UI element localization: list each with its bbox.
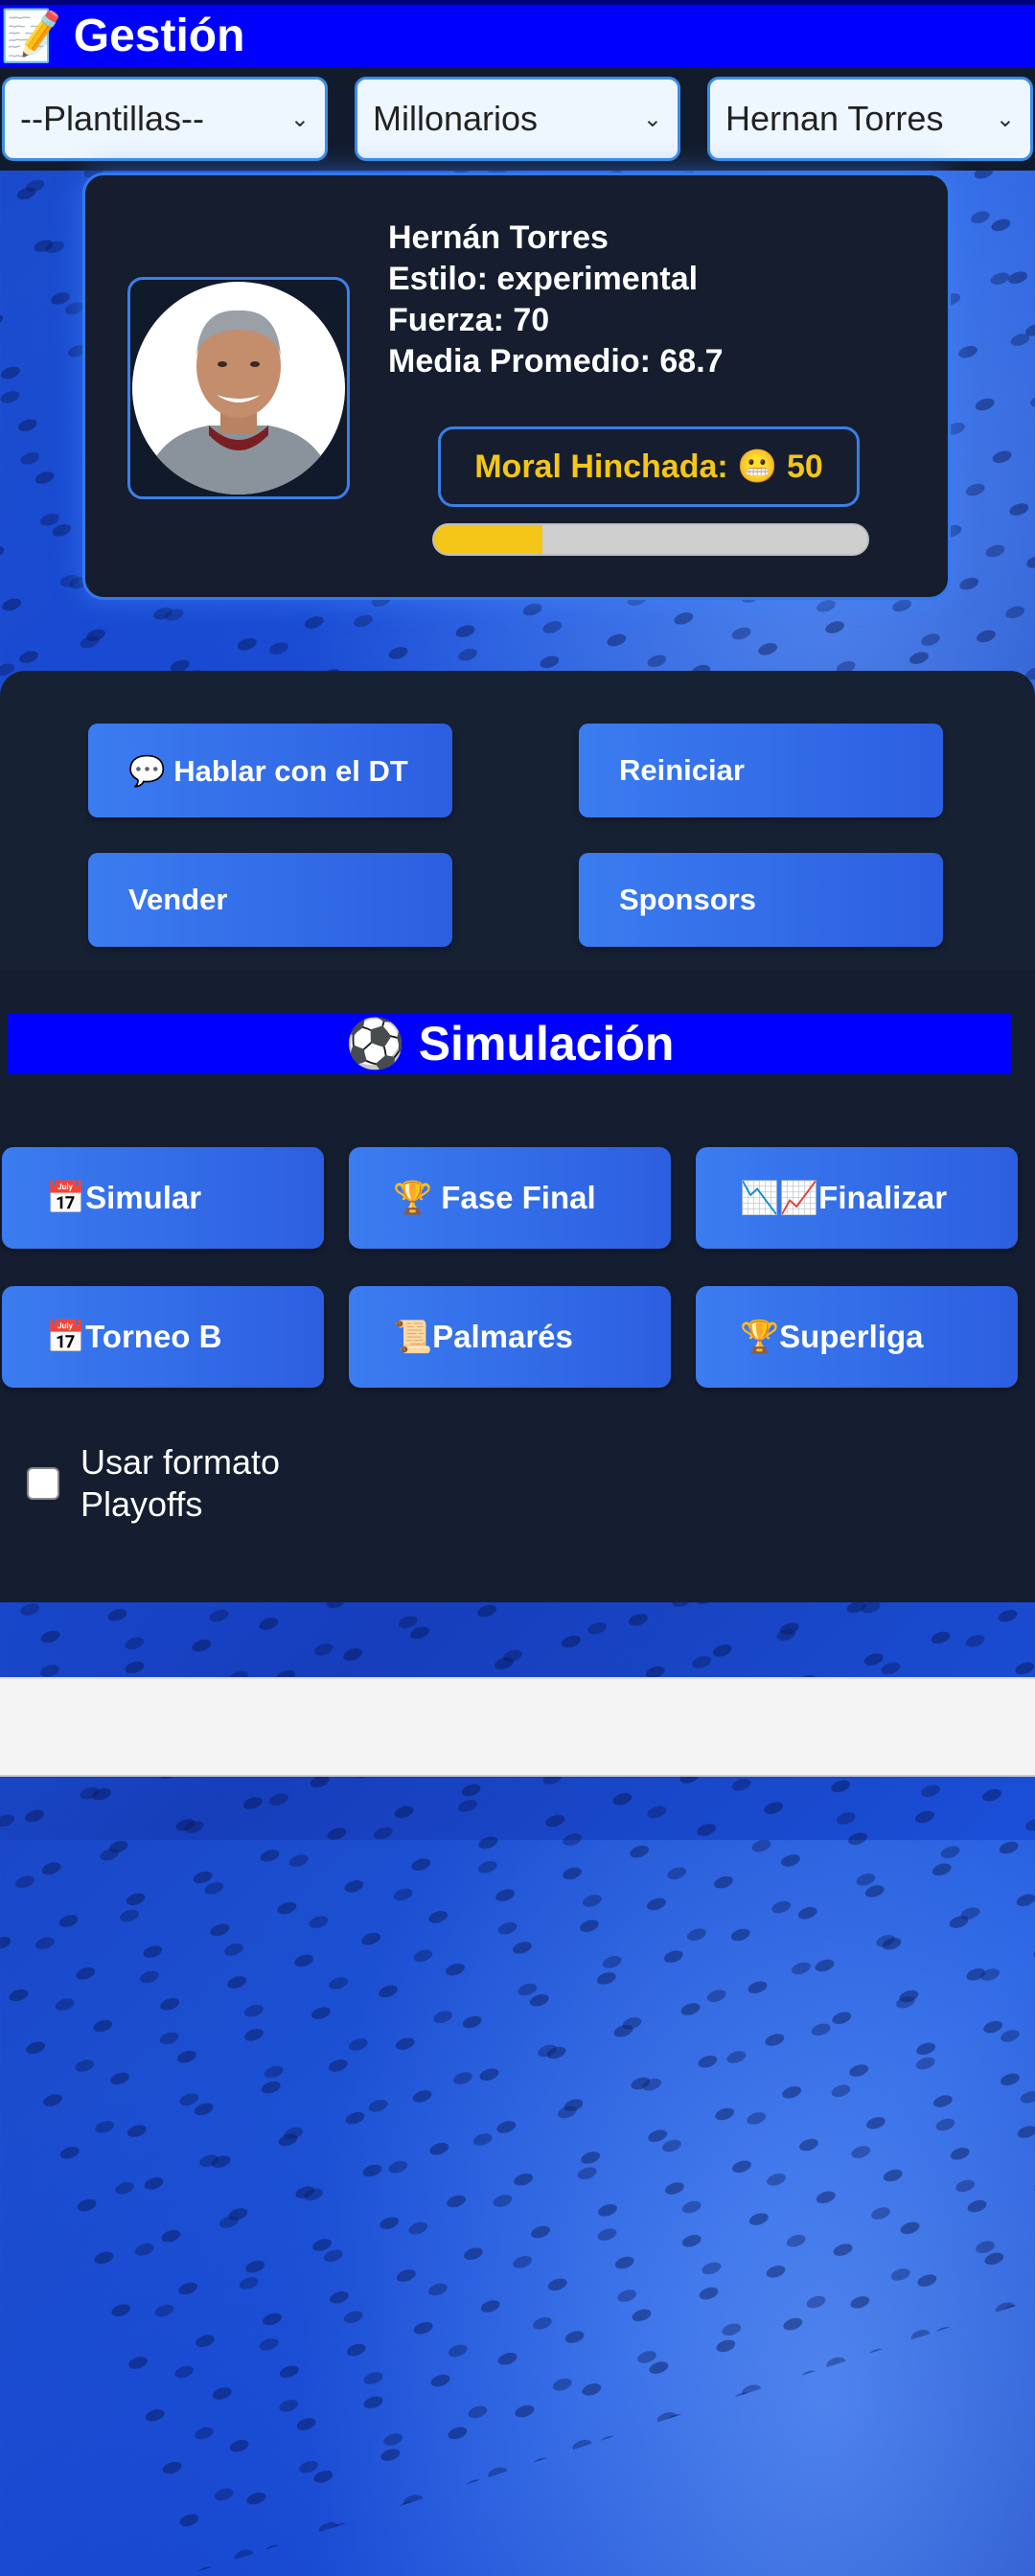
coach-avatar	[132, 282, 345, 494]
palmares-button[interactable]: 📜Palmarés	[349, 1286, 671, 1388]
coach-card: Hernán Torres Estilo: experimental Fuerz…	[82, 172, 951, 600]
playoffs-checkbox[interactable]	[27, 1467, 59, 1500]
plantillas-select-value: --Plantillas--	[20, 99, 205, 138]
playoffs-label: Usar formato Playoffs	[80, 1442, 281, 1524]
coach-style: Estilo: experimental	[388, 261, 699, 297]
memo-icon: 📝	[0, 7, 62, 65]
finish-button[interactable]: 📉📈Finalizar	[696, 1147, 1018, 1249]
bottom-input-area[interactable]	[0, 1677, 1035, 1777]
app-header: 📝 Gestión	[0, 0, 1035, 67]
simulate-button[interactable]: 📅Simular	[2, 1147, 324, 1249]
fan-morale-progress	[432, 523, 869, 556]
actions-panel: 💬 Hablar con el DT Reiniciar Vender Spon…	[0, 671, 1035, 970]
tournament-b-button[interactable]: 📅Torneo B	[2, 1286, 324, 1388]
coach-info: Hernán Torres Estilo: experimental Fuerz…	[388, 218, 724, 382]
fan-morale-badge: Moral Hinchada: 😬 50	[438, 426, 860, 507]
coach-strength: Fuerza: 70	[388, 302, 550, 338]
coach-select-value: Hernan Torres	[725, 99, 944, 138]
reset-button[interactable]: Reiniciar	[579, 724, 943, 817]
page-title: Gestión	[73, 11, 245, 61]
team-select-value: Millonarios	[373, 99, 539, 138]
coach-select[interactable]: Hernan Torres ⌄	[707, 77, 1033, 161]
final-phase-button[interactable]: 🏆 Fase Final	[349, 1147, 671, 1249]
selectors-bar: --Plantillas-- ⌄ Millonarios ⌄ Hernan To…	[0, 67, 1035, 171]
simulation-panel: ⚽ Simulación 📅Simular 🏆 Fase Final 📉📈Fin…	[0, 970, 1035, 1602]
playoffs-option: Usar formato Playoffs	[27, 1441, 330, 1526]
coach-name: Hernán Torres	[388, 219, 609, 256]
superliga-button[interactable]: 🏆Superliga	[696, 1286, 1018, 1388]
talk-to-coach-button[interactable]: 💬 Hablar con el DT	[88, 724, 452, 817]
team-select[interactable]: Millonarios ⌄	[355, 77, 680, 161]
chevron-down-icon: ⌄	[995, 105, 1015, 132]
chevron-down-icon: ⌄	[642, 105, 662, 132]
coach-average: Media Promedio: 68.7	[388, 343, 724, 380]
fan-morale-progress-fill	[434, 525, 542, 554]
plantillas-select[interactable]: --Plantillas-- ⌄	[2, 77, 328, 161]
simulation-title: ⚽ Simulación	[8, 1013, 1012, 1074]
chevron-down-icon: ⌄	[289, 105, 310, 132]
sponsors-button[interactable]: Sponsors	[579, 853, 943, 947]
sell-button[interactable]: Vender	[88, 853, 452, 947]
coach-photo-frame	[127, 277, 350, 499]
